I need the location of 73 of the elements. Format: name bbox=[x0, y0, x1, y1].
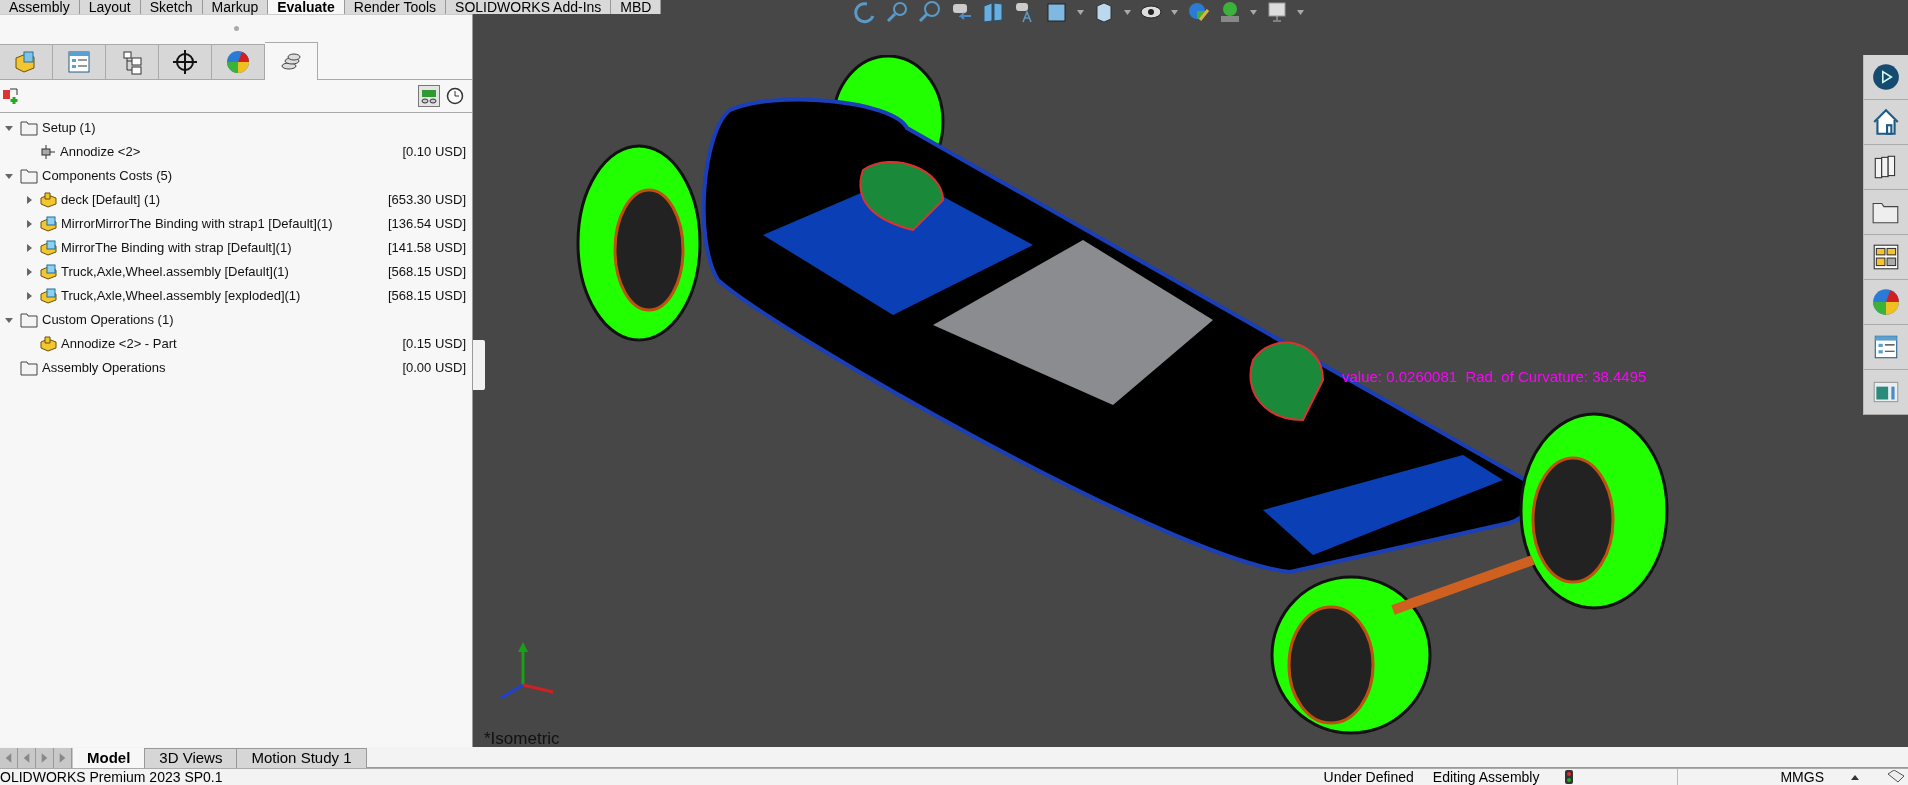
expand-arrow-icon[interactable] bbox=[25, 292, 33, 300]
ribbon-tab[interactable]: Markup bbox=[202, 0, 269, 14]
cost-value: [0.10 USD] bbox=[402, 143, 466, 162]
color-ball-icon bbox=[224, 48, 252, 76]
assembly-icon bbox=[40, 240, 57, 256]
ribbon-tab[interactable]: MBD bbox=[611, 0, 662, 14]
search-icon[interactable] bbox=[917, 0, 941, 24]
expand-arrow-icon[interactable] bbox=[25, 220, 33, 228]
zoom-fit-icon[interactable] bbox=[885, 0, 909, 24]
folder-icon bbox=[20, 168, 38, 184]
scene-icon[interactable] bbox=[1218, 0, 1242, 24]
collapse-arrow-icon[interactable] bbox=[5, 172, 13, 180]
cost-value: [141.58 USD] bbox=[387, 239, 466, 258]
cost-value: [136.54 USD] bbox=[387, 215, 466, 234]
panel-collapse-handle[interactable] bbox=[473, 340, 485, 390]
cost-value: [0.00 USD] bbox=[402, 359, 466, 378]
collapse-arrow-icon[interactable] bbox=[5, 316, 13, 324]
expand-arrow-icon[interactable] bbox=[25, 196, 33, 204]
ribbon-tab[interactable]: SOLIDWORKS Add-Ins bbox=[446, 0, 612, 14]
section-view-icon[interactable] bbox=[981, 0, 1005, 24]
collapse-arrow-icon[interactable] bbox=[5, 124, 13, 132]
tree-item[interactable]: Annodize <2> bbox=[60, 142, 141, 162]
editing-mode: Editing Assembly bbox=[1432, 770, 1540, 784]
folder-icon bbox=[20, 312, 38, 328]
units-system[interactable]: MMGS bbox=[1780, 770, 1824, 784]
folder-icon bbox=[20, 120, 38, 136]
part-icon bbox=[40, 192, 57, 208]
folder-icon bbox=[20, 360, 38, 376]
clock-icon[interactable] bbox=[446, 87, 464, 105]
navigation-wheel-icon[interactable] bbox=[1871, 62, 1901, 92]
tree-item[interactable]: Truck,Axle,Wheel.assembly [exploded](1) bbox=[61, 286, 301, 306]
crosshair-icon bbox=[171, 48, 199, 76]
splitter-handle[interactable] bbox=[233, 26, 239, 31]
add-operation-icon[interactable] bbox=[2, 87, 20, 105]
cost-value: [0.15 USD] bbox=[402, 335, 466, 354]
monitor-icon[interactable] bbox=[1265, 0, 1289, 24]
rotate-icon[interactable] bbox=[853, 0, 877, 24]
part-icon bbox=[40, 336, 57, 352]
cost-value: [568.15 USD] bbox=[387, 287, 466, 306]
ribbon-tab[interactable]: Layout bbox=[79, 0, 141, 14]
tree-item[interactable]: MirrorMirrorThe Binding with strap1 [Default](1) bbox=[61, 214, 333, 234]
tree-item[interactable]: Setup (1) bbox=[42, 118, 96, 138]
tree-item[interactable]: Assembly Operations bbox=[42, 358, 166, 378]
ribbon-tab[interactable]: Sketch bbox=[140, 0, 203, 14]
cost-value: [568.15 USD] bbox=[387, 263, 466, 282]
layout-icon[interactable] bbox=[1871, 242, 1901, 272]
bottom-tab[interactable]: Model bbox=[73, 748, 146, 768]
tree-item[interactable]: Annodize <2> - Part bbox=[61, 334, 177, 354]
assembly-icon bbox=[40, 264, 57, 280]
traffic-light-icon[interactable] bbox=[1565, 770, 1574, 784]
home-icon[interactable] bbox=[1871, 107, 1901, 137]
product-version: OLIDWORKS Premium 2023 SP0.1 bbox=[0, 770, 223, 784]
color-ball-icon[interactable] bbox=[1871, 287, 1901, 317]
assembly-icon bbox=[40, 216, 57, 232]
tree-item[interactable]: deck [Default] (1) bbox=[61, 190, 160, 210]
bottom-tab[interactable]: Motion Study 1 bbox=[237, 748, 367, 768]
tree-item[interactable]: Components Costs (5) bbox=[42, 166, 173, 186]
ribbon-tab[interactable]: Render Tools bbox=[344, 0, 447, 14]
tree-item[interactable]: Truck,Axle,Wheel.assembly [Default](1) bbox=[61, 262, 289, 282]
definition-status: Under Defined bbox=[1323, 770, 1414, 784]
curvature-readout: value: 0.0260081 Rad. of Curvature: 38.4495 bbox=[1342, 367, 1647, 387]
expand-arrow-icon[interactable] bbox=[25, 268, 33, 276]
tree-item[interactable]: MirrorThe Binding with strap [Default](1) bbox=[61, 238, 292, 258]
panel-tab[interactable] bbox=[159, 44, 212, 80]
caret-icon[interactable] bbox=[1851, 774, 1859, 780]
expand-arrow-icon[interactable] bbox=[25, 244, 33, 252]
cost-value: [653.30 USD] bbox=[387, 191, 466, 210]
tree-item[interactable]: Custom Operations (1) bbox=[42, 310, 174, 330]
property-list-icon bbox=[65, 48, 93, 76]
ribbon-tab[interactable]: Assembly bbox=[0, 0, 80, 14]
view-orientation-icon[interactable] bbox=[1045, 0, 1069, 24]
bottom-tab[interactable]: 3D Views bbox=[145, 748, 238, 768]
assembly-icon bbox=[40, 288, 57, 304]
